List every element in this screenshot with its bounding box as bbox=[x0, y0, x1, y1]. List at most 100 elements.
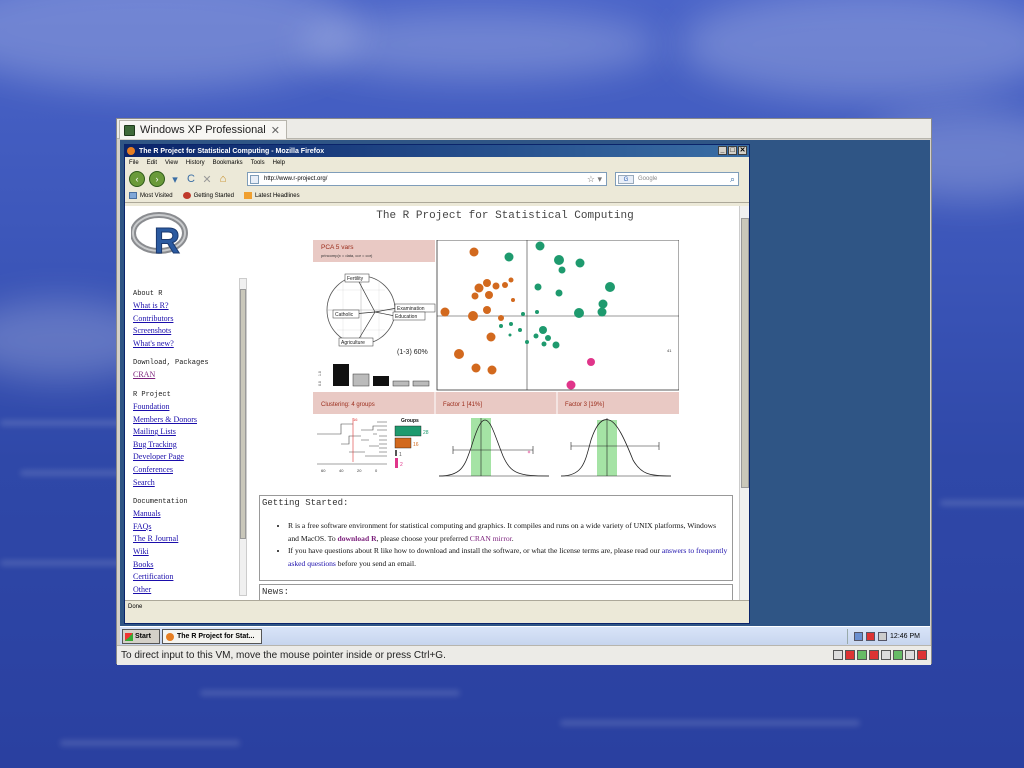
vm-status-text: To direct input to this VM, move the mou… bbox=[121, 650, 446, 661]
menu-view[interactable]: View bbox=[165, 160, 178, 166]
start-label: Start bbox=[135, 633, 151, 640]
minimize-button[interactable]: _ bbox=[718, 146, 727, 155]
menu-tools[interactable]: Tools bbox=[251, 160, 265, 166]
taskbar-item-firefox[interactable]: The R Project for Stat... bbox=[162, 629, 262, 644]
firefox-titlebar[interactable]: The R Project for Statistical Computing … bbox=[125, 145, 749, 157]
volume-icon[interactable] bbox=[878, 632, 888, 641]
site-identity-icon[interactable] bbox=[250, 175, 259, 184]
navigation-toolbar: ‹ › ▾ C ✕ ⌂ http://www.r-project.org/ ☆ … bbox=[125, 169, 749, 189]
sidebar-link-bug-tracking[interactable]: Bug Tracking bbox=[133, 439, 245, 452]
message-icon[interactable] bbox=[917, 650, 927, 660]
close-button[interactable]: ✕ bbox=[738, 146, 747, 155]
sidebar-link-screenshots[interactable]: Screenshots bbox=[133, 325, 245, 338]
history-dropdown-icon[interactable]: ▾ bbox=[169, 173, 181, 186]
close-icon[interactable]: ✕ bbox=[271, 124, 280, 137]
sidebar-link-r-journal[interactable]: The R Journal bbox=[133, 533, 245, 546]
dendro-axis-tick: 60 bbox=[321, 468, 326, 473]
vm-tab-bar: Windows XP Professional ✕ bbox=[117, 119, 931, 139]
bookmark-latest-headlines[interactable]: Latest Headlines bbox=[243, 192, 300, 199]
biplot-label: Education bbox=[395, 314, 417, 320]
sidebar-link-books[interactable]: Books bbox=[133, 559, 245, 572]
biplot: Fertility Catholic Examination Education… bbox=[326, 273, 436, 356]
reload-button[interactable]: C bbox=[185, 173, 197, 185]
page-scroll-thumb[interactable] bbox=[741, 218, 749, 488]
back-button[interactable]: ‹ bbox=[129, 171, 145, 187]
vm-tab-title: Windows XP Professional bbox=[140, 124, 266, 136]
sound-icon[interactable] bbox=[893, 650, 903, 660]
maximize-button[interactable]: □ bbox=[728, 146, 737, 155]
network-adapter-icon[interactable] bbox=[869, 650, 879, 660]
sidebar-link-certification[interactable]: Certification bbox=[133, 571, 245, 584]
search-bar[interactable]: G Google ⌕ bbox=[615, 172, 739, 186]
windows-flag-icon bbox=[125, 632, 133, 641]
vm-tab[interactable]: Windows XP Professional ✕ bbox=[119, 120, 287, 139]
printer-icon[interactable] bbox=[905, 650, 915, 660]
sidebar-link-developer-page[interactable]: Developer Page bbox=[133, 451, 245, 464]
sidebar-link-foundation[interactable]: Foundation bbox=[133, 401, 245, 414]
menu-file[interactable]: File bbox=[129, 160, 139, 166]
group-swatch bbox=[394, 425, 422, 437]
download-r-link[interactable]: download R bbox=[338, 534, 377, 543]
usb-icon[interactable] bbox=[881, 650, 891, 660]
sidebar-link-conferences[interactable]: Conferences bbox=[133, 464, 245, 477]
menu-edit[interactable]: Edit bbox=[147, 160, 157, 166]
xp-taskbar: Start The R Project for Stat... 12:46 PM bbox=[120, 626, 930, 645]
group-count: 1 bbox=[399, 452, 402, 458]
bookmark-most-visited[interactable]: Most Visited bbox=[129, 192, 173, 199]
sidebar-link-contributors[interactable]: Contributors bbox=[133, 313, 245, 326]
sidebar-link-cran[interactable]: CRAN bbox=[133, 369, 245, 382]
cran-mirror-link[interactable]: CRAN mirror bbox=[470, 534, 512, 543]
security-icon[interactable] bbox=[866, 632, 876, 641]
search-icon[interactable]: ⌕ bbox=[730, 174, 735, 185]
news-heading: News: bbox=[262, 587, 290, 597]
search-engine-icon[interactable]: G bbox=[618, 175, 634, 184]
url-bar[interactable]: http://www.r-project.org/ ☆ ▾ bbox=[247, 172, 607, 186]
bookmark-getting-started[interactable]: Getting Started bbox=[182, 192, 234, 199]
factor3-label: Factor 3 [19%] bbox=[565, 402, 604, 408]
sidebar-heading: Documentation bbox=[133, 498, 188, 507]
rss-icon bbox=[243, 192, 252, 199]
menu-help[interactable]: Help bbox=[273, 160, 285, 166]
sidebar-link-whats-new[interactable]: What's new? bbox=[133, 338, 245, 351]
vm-icon bbox=[124, 124, 135, 136]
sidebar-link-wiki[interactable]: Wiki bbox=[133, 546, 245, 559]
firefox-statusbar: Done bbox=[125, 600, 749, 613]
biplot-label: Fertility bbox=[347, 276, 364, 282]
sidebar: About R What is R? Contributors Screensh… bbox=[133, 284, 245, 600]
sidebar-link-other[interactable]: Other bbox=[133, 584, 245, 597]
system-tray: 12:46 PM bbox=[847, 629, 926, 644]
biplot-label: Agriculture bbox=[341, 340, 365, 346]
forward-button[interactable]: › bbox=[149, 171, 165, 187]
network-icon[interactable] bbox=[854, 632, 864, 641]
home-button[interactable]: ⌂ bbox=[217, 173, 229, 185]
harddisk-icon[interactable] bbox=[833, 650, 843, 660]
status-text: Done bbox=[128, 604, 143, 610]
bookmark-star-icon[interactable]: ☆ ▾ bbox=[587, 174, 602, 185]
list-item: If you have questions about R like how t… bbox=[288, 545, 728, 570]
dendro-axis-tick: 20 bbox=[357, 468, 362, 473]
sidebar-scroll-thumb[interactable] bbox=[240, 289, 246, 539]
vm-statusbar: To direct input to this VM, move the mou… bbox=[117, 645, 931, 665]
vm-screen[interactable]: The R Project for Statistical Computing … bbox=[120, 140, 930, 645]
group-swatch bbox=[394, 437, 412, 449]
menu-bookmarks[interactable]: Bookmarks bbox=[213, 160, 243, 166]
r-graphics-figure: PCA 5 vars princomp(x = data, cor = cor) bbox=[313, 240, 679, 477]
sidebar-link-search[interactable]: Search bbox=[133, 477, 245, 490]
sidebar-link-mailing-lists[interactable]: Mailing Lists bbox=[133, 426, 245, 439]
stop-button[interactable]: ✕ bbox=[201, 173, 213, 186]
getting-started-heading: Getting Started: bbox=[262, 498, 349, 508]
cdrom-icon[interactable] bbox=[845, 650, 855, 660]
firefox-icon bbox=[166, 632, 174, 641]
sidebar-scrollbar[interactable] bbox=[239, 278, 247, 596]
page-content: R About R What is R? Contributors Screen… bbox=[125, 206, 739, 600]
floppy-icon[interactable] bbox=[857, 650, 867, 660]
sidebar-link-what-is-r[interactable]: What is R? bbox=[133, 300, 245, 313]
start-button[interactable]: Start bbox=[122, 629, 160, 644]
sidebar-link-manuals[interactable]: Manuals bbox=[133, 508, 245, 521]
menu-history[interactable]: History bbox=[186, 160, 205, 166]
page-scrollbar[interactable] bbox=[739, 206, 749, 600]
sidebar-link-faqs[interactable]: FAQs bbox=[133, 521, 245, 534]
sidebar-link-members-donors[interactable]: Members & Donors bbox=[133, 414, 245, 427]
group-count: 2 bbox=[400, 462, 403, 468]
groups-title: Groups bbox=[401, 418, 419, 424]
